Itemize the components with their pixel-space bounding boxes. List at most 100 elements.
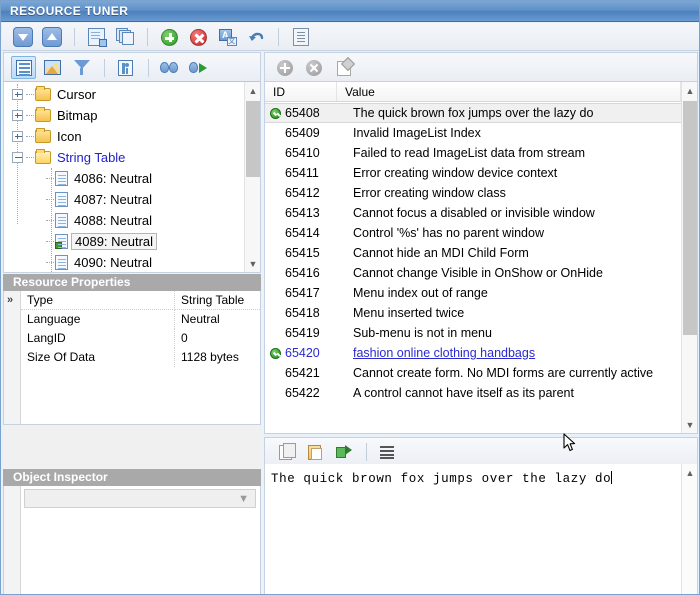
tree-node[interactable]: Icon [4, 126, 244, 147]
paste-button[interactable] [302, 441, 326, 463]
copy-button[interactable] [273, 441, 297, 463]
apply-changes-button[interactable] [332, 441, 356, 463]
replace-resource-button[interactable] [113, 25, 137, 49]
tree-scroll-down-arrow[interactable]: ▼ [245, 255, 260, 272]
table-row[interactable]: 65413 Cannot focus a disabled or invisibl… [265, 203, 681, 223]
word-wrap-button[interactable] [375, 441, 399, 463]
resource-tree[interactable]: Cursor Bitmap Icon String Table 4086: Neutra… [3, 82, 261, 273]
cell-value[interactable]: Control '%s' has no parent window [337, 226, 681, 240]
edit-string-button[interactable] [332, 57, 356, 79]
cell-value[interactable]: Cannot create form. No MDI forms are cur… [337, 366, 681, 380]
collapse-node-icon[interactable] [12, 152, 23, 163]
list-scroll-thumb[interactable] [683, 101, 697, 335]
string-list-vertical-scrollbar[interactable]: ▲ ▼ [681, 82, 697, 433]
find-button[interactable] [157, 56, 182, 79]
text-caret [611, 471, 613, 484]
table-row[interactable]: 65420 fashion online clothing handbags [265, 343, 681, 363]
filter-button[interactable] [70, 56, 95, 79]
add-resource-button[interactable] [157, 25, 181, 49]
tree-node[interactable]: 4090: Neutral [4, 252, 244, 272]
table-row[interactable]: 65418 Menu inserted twice [265, 303, 681, 323]
title-bar: RESOURCE TUNER [1, 1, 699, 22]
cell-value[interactable]: Cannot change Visible in OnShow or OnHid… [337, 266, 681, 280]
cell-id: 65420 [285, 346, 320, 360]
cell-value[interactable]: Menu inserted twice [337, 306, 681, 320]
string-view-button[interactable] [11, 56, 36, 79]
property-row[interactable]: Type String Table [21, 291, 260, 310]
save-file-button[interactable] [40, 25, 64, 49]
table-row[interactable]: 65417 Menu index out of range [265, 283, 681, 303]
list-scroll-down-arrow[interactable]: ▼ [682, 416, 697, 433]
property-value[interactable]: Neutral [175, 310, 260, 329]
undo-button[interactable] [245, 25, 269, 49]
cell-value[interactable]: Failed to read ImageList data from strea… [337, 146, 681, 160]
string-list-header: ID Value [265, 82, 681, 102]
table-row[interactable]: 65411 Error creating window device contex… [265, 163, 681, 183]
change-language-button[interactable]: A文 [216, 25, 240, 49]
cell-value[interactable]: Menu index out of range [337, 286, 681, 300]
image-view-button[interactable] [40, 56, 65, 79]
table-row[interactable]: 65422 A control cannot have itself as its… [265, 383, 681, 403]
table-row[interactable]: 65415 Cannot hide an MDI Child Form [265, 243, 681, 263]
tree-scroll-up-arrow[interactable]: ▲ [245, 82, 260, 99]
table-row[interactable]: 65410 Failed to read ImageList data from … [265, 143, 681, 163]
table-row[interactable]: 65421 Cannot create form. No MDI forms ar… [265, 363, 681, 383]
property-value[interactable]: 0 [175, 329, 260, 348]
editor-toolbar-separator [366, 443, 368, 461]
editor-vertical-scrollbar[interactable]: ▲ ▼ [681, 464, 697, 594]
cell-value[interactable]: Error creating window class [337, 186, 681, 200]
table-row[interactable]: 65419 Sub-menu is not in menu [265, 323, 681, 343]
tree-node[interactable]: 4086: Neutral [4, 168, 244, 189]
add-string-button[interactable] [273, 57, 297, 79]
tree-node[interactable]: Cursor [4, 84, 244, 105]
cell-value[interactable]: Cannot focus a disabled or invisible win… [337, 206, 681, 220]
column-header-value[interactable]: Value [337, 82, 681, 101]
sort-button[interactable] [113, 56, 138, 79]
cell-value[interactable]: Cannot hide an MDI Child Form [337, 246, 681, 260]
property-row[interactable]: Size Of Data 1128 bytes [21, 348, 260, 367]
table-row[interactable]: 65412 Error creating window class [265, 183, 681, 203]
editor-text[interactable]: The quick brown fox jumps over the lazy … [271, 472, 611, 486]
property-value[interactable]: String Table [175, 291, 260, 310]
table-row[interactable]: 65409 Invalid ImageList Index [265, 123, 681, 143]
list-scroll-up-arrow[interactable]: ▲ [682, 82, 697, 99]
extract-resource-button[interactable] [84, 25, 108, 49]
cell-value[interactable]: Sub-menu is not in menu [337, 326, 681, 340]
expand-node-icon[interactable] [12, 110, 23, 121]
tree-node[interactable]: 4087: Neutral [4, 189, 244, 210]
property-row[interactable]: Language Neutral [21, 310, 260, 329]
string-list[interactable]: ID Value 65408 The quick brown fox jumps … [264, 82, 698, 434]
table-row[interactable]: 65416 Cannot change Visible in OnShow or … [265, 263, 681, 283]
open-file-button[interactable] [11, 25, 35, 49]
expand-node-icon[interactable] [12, 131, 23, 142]
table-row[interactable]: 65408 The quick brown fox jumps over the … [265, 103, 681, 123]
tree-node[interactable]: String Table [4, 147, 244, 168]
cell-value[interactable]: A control cannot have itself as its pare… [337, 386, 681, 400]
property-row[interactable]: LangID 0 [21, 329, 260, 348]
cell-value[interactable]: The quick brown fox jumps over the lazy … [337, 106, 681, 120]
tree-node[interactable]: 4089: Neutral [4, 231, 244, 252]
resource-report-button[interactable] [289, 25, 313, 49]
column-header-id[interactable]: ID [265, 82, 337, 101]
property-value[interactable]: 1128 bytes [175, 348, 260, 367]
cell-value[interactable]: Error creating window device context [337, 166, 681, 180]
editor-scroll-up-arrow[interactable]: ▲ [682, 464, 697, 481]
tree-node[interactable]: Bitmap [4, 105, 244, 126]
left-panel: Cursor Bitmap Icon String Table 4086: Neutra… [3, 52, 261, 594]
string-editor[interactable]: The quick brown fox jumps over the lazy … [264, 464, 698, 594]
tree-node[interactable]: 4088: Neutral [4, 210, 244, 231]
cell-id: 65413 [285, 206, 320, 220]
object-inspector-combo[interactable]: ▼ [24, 489, 256, 508]
resource-properties-grid[interactable]: » Type String Table Language Neutral LangID 0… [3, 291, 261, 425]
toolbar-separator-2 [146, 28, 148, 46]
tree-vertical-scrollbar[interactable]: ▲ ▼ [244, 82, 260, 272]
report-list-icon [292, 28, 309, 46]
find-next-button[interactable] [186, 56, 211, 79]
delete-resource-button[interactable] [186, 25, 210, 49]
expand-node-icon[interactable] [12, 89, 23, 100]
cell-value[interactable]: fashion online clothing handbags [337, 346, 681, 360]
delete-string-button[interactable] [302, 57, 326, 79]
tree-scroll-thumb[interactable] [246, 101, 260, 177]
cell-value[interactable]: Invalid ImageList Index [337, 126, 681, 140]
table-row[interactable]: 65414 Control '%s' has no parent window [265, 223, 681, 243]
